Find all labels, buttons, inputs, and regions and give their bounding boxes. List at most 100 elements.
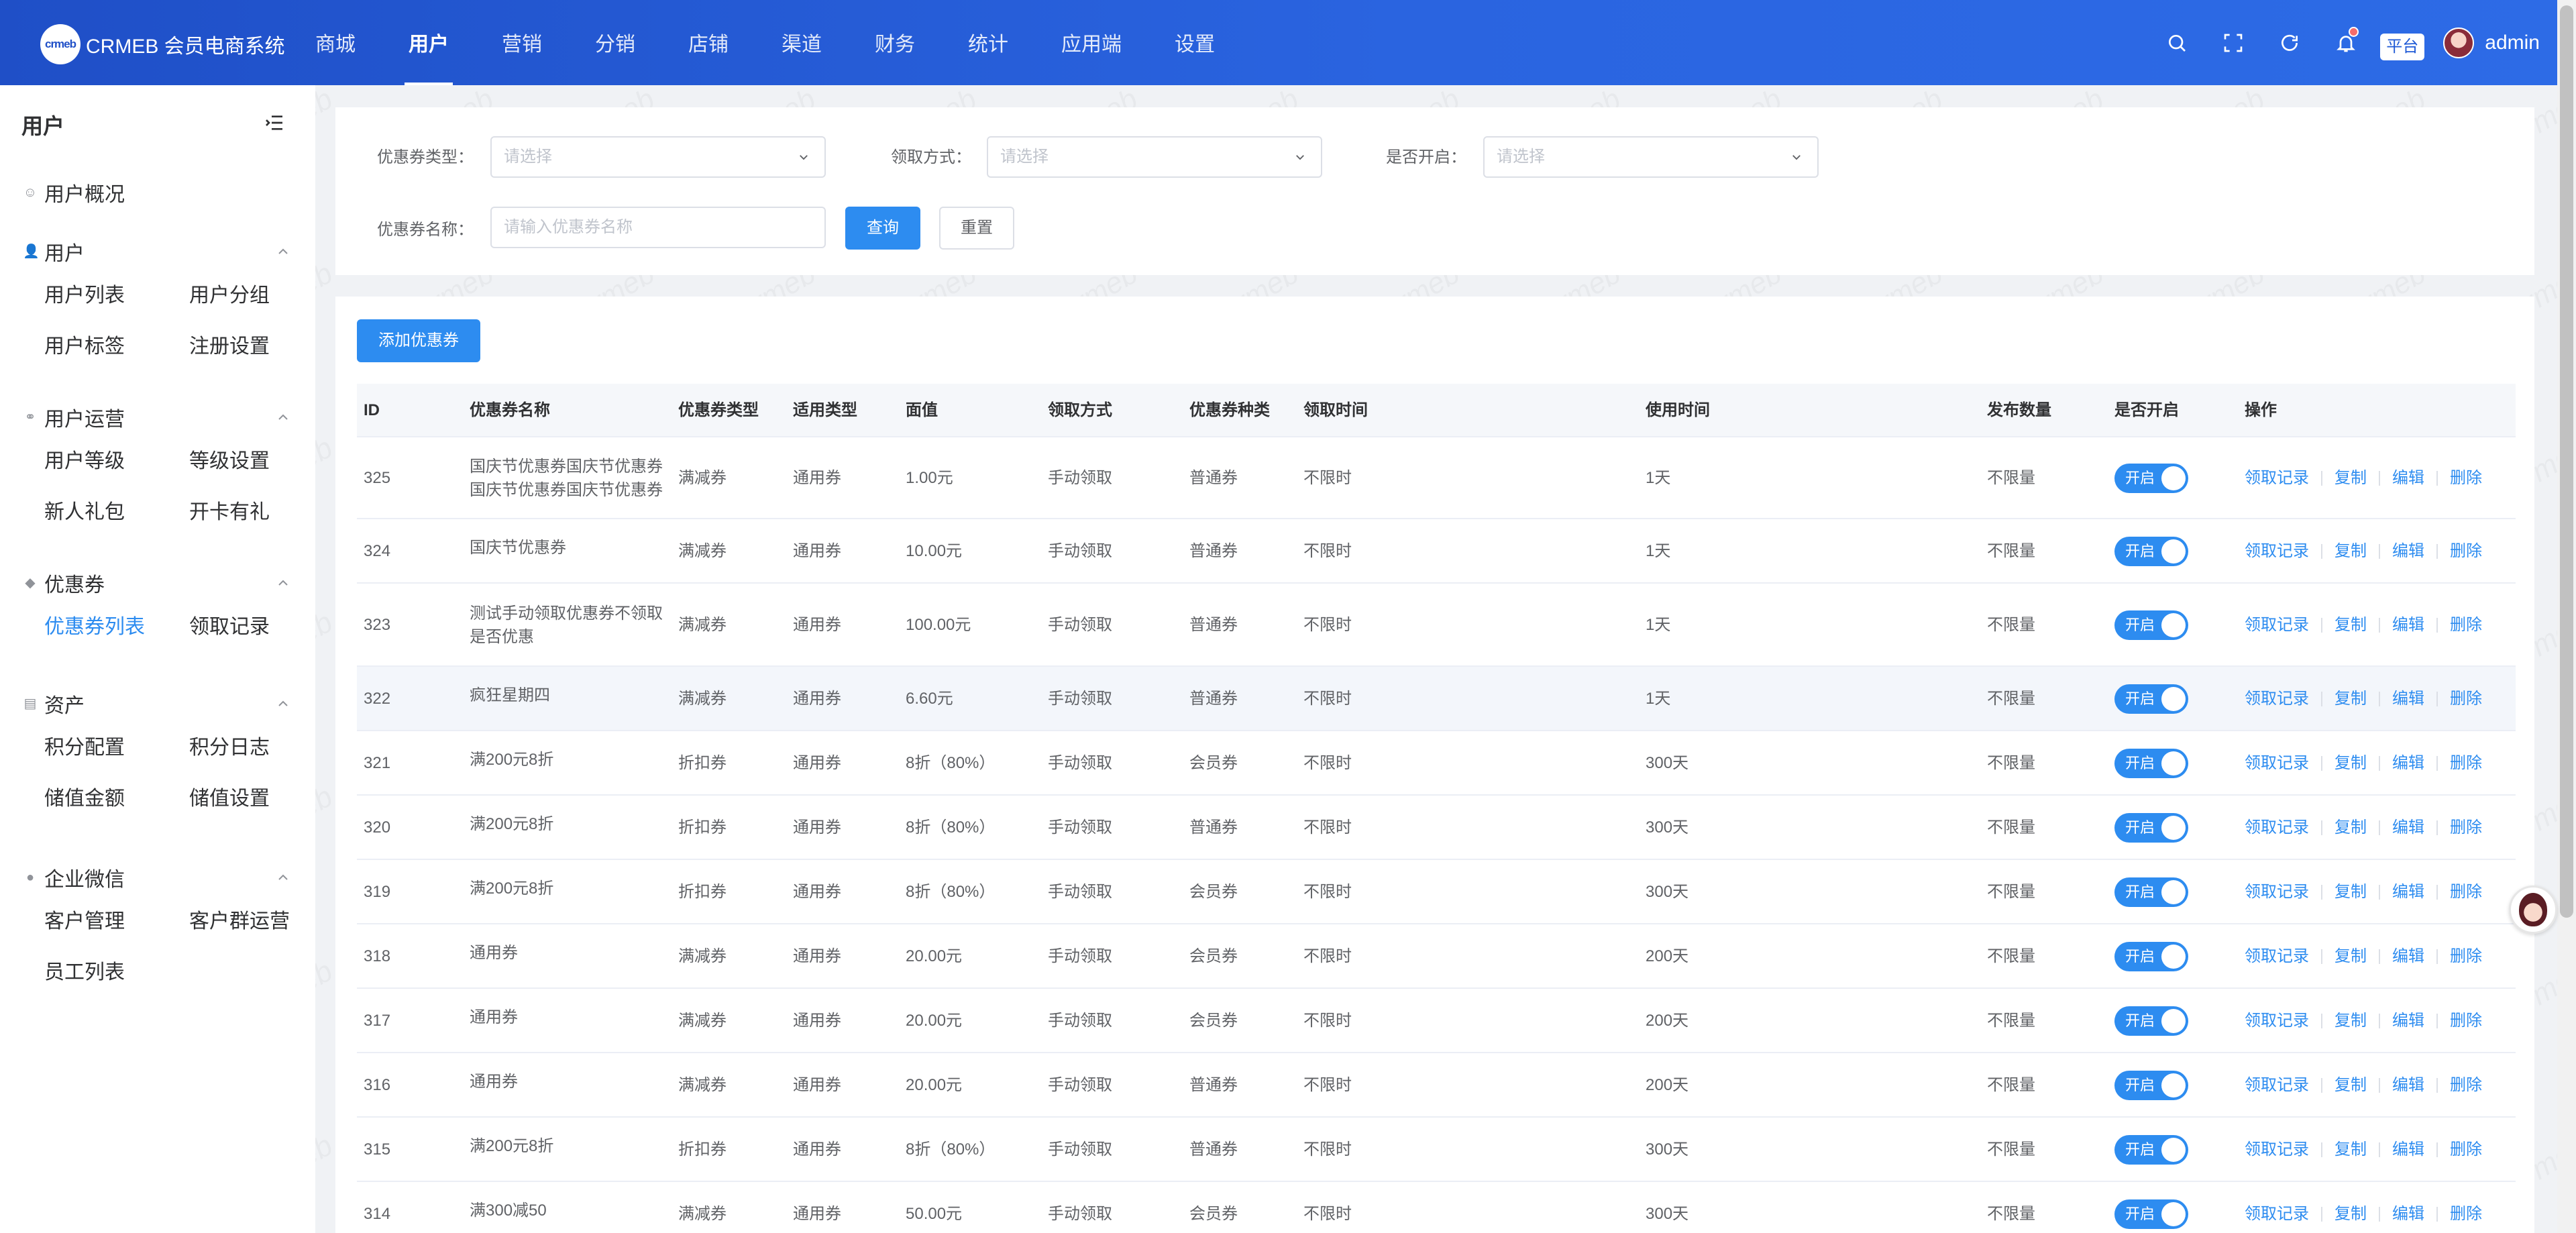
topnav-item[interactable]: 店铺: [688, 0, 729, 85]
edit-link[interactable]: 编辑: [2392, 615, 2424, 635]
enabled-toggle[interactable]: 开启: [2114, 1199, 2188, 1229]
delete-link[interactable]: 删除: [2450, 753, 2482, 773]
sidebar-item[interactable]: 积分日志: [189, 731, 270, 760]
delete-link[interactable]: 删除: [2450, 882, 2482, 902]
receive-records-link[interactable]: 领取记录: [2245, 615, 2309, 635]
chevron-up-icon[interactable]: [275, 244, 291, 260]
chevron-up-icon[interactable]: [275, 696, 291, 712]
sidebar-item[interactable]: 用户标签: [44, 329, 125, 359]
user-avatar[interactable]: [2443, 27, 2475, 58]
topnav-item[interactable]: 分销: [595, 0, 635, 85]
receive-records-link[interactable]: 领取记录: [2245, 753, 2309, 773]
copy-link[interactable]: 复制: [2334, 615, 2367, 635]
sidebar-item[interactable]: 等级设置: [189, 444, 270, 474]
copy-link[interactable]: 复制: [2334, 689, 2367, 709]
enabled-toggle[interactable]: 开启: [2114, 464, 2188, 493]
receive-records-link[interactable]: 领取记录: [2245, 1075, 2309, 1095]
delete-link[interactable]: 删除: [2450, 947, 2482, 967]
table-row[interactable]: 325 国庆节优惠券国庆节优惠券国庆节优惠券国庆节优惠券国庆节优惠券满减券 通用券 1…: [357, 437, 2516, 519]
topnav-item[interactable]: 统计: [968, 0, 1008, 85]
receive-records-link[interactable]: 领取记录: [2245, 1204, 2309, 1224]
edit-link[interactable]: 编辑: [2392, 1140, 2424, 1160]
copy-link[interactable]: 复制: [2334, 947, 2367, 967]
sidebar-group-0[interactable]: 👤 用户: [23, 238, 85, 265]
table-row[interactable]: 316 通用券 满减券 通用券 20.00元 手动领取 普通券 不限时 200天 不限量 开启 领取记…: [357, 1053, 2516, 1118]
receive-records-link[interactable]: 领取记录: [2245, 468, 2309, 488]
enabled-toggle[interactable]: 开启: [2114, 684, 2188, 714]
sidebar-item[interactable]: 领取记录: [189, 610, 270, 639]
chevron-up-icon[interactable]: [275, 409, 291, 425]
receive-records-link[interactable]: 领取记录: [2245, 1140, 2309, 1160]
edit-link[interactable]: 编辑: [2392, 1204, 2424, 1224]
topnav-item[interactable]: 应用端: [1061, 0, 1122, 85]
fullscreen-icon[interactable]: [2219, 29, 2247, 57]
enabled-toggle[interactable]: 开启: [2114, 1135, 2188, 1165]
refresh-icon[interactable]: [2275, 29, 2304, 57]
table-row[interactable]: 320 满200元8折 折扣券 通用券 8折（80%） 手动领取 普通券 不限时 300天 不限量…: [357, 796, 2516, 860]
delete-link[interactable]: 删除: [2450, 689, 2482, 709]
table-row[interactable]: 318 通用券 满减券 通用券 20.00元 手动领取 会员券 不限时 200天 不限量 开启 领取记…: [357, 924, 2516, 989]
copy-link[interactable]: 复制: [2334, 1075, 2367, 1095]
copy-link[interactable]: 复制: [2334, 753, 2367, 773]
delete-link[interactable]: 删除: [2450, 615, 2482, 635]
topnav-item[interactable]: 用户: [405, 0, 453, 85]
copy-link[interactable]: 复制: [2334, 882, 2367, 902]
customer-service-avatar[interactable]: [2509, 886, 2557, 934]
topnav-item[interactable]: 设置: [1175, 0, 1215, 85]
table-row[interactable]: 323 测试手动领取优惠券不领取是否优惠 满减券 通用券 100.00元 手动领取 普通券 不…: [357, 584, 2516, 667]
copy-link[interactable]: 复制: [2334, 818, 2367, 838]
edit-link[interactable]: 编辑: [2392, 947, 2424, 967]
topnav-item[interactable]: 财务: [875, 0, 915, 85]
receive-records-link[interactable]: 领取记录: [2245, 689, 2309, 709]
edit-link[interactable]: 编辑: [2392, 753, 2424, 773]
receive-records-link[interactable]: 领取记录: [2245, 947, 2309, 967]
enabled-toggle[interactable]: 开启: [2114, 813, 2188, 843]
copy-link[interactable]: 复制: [2334, 1140, 2367, 1160]
enabled-select[interactable]: 请选择: [1483, 136, 1819, 178]
receive-records-link[interactable]: 领取记录: [2245, 818, 2309, 838]
receive-records-link[interactable]: 领取记录: [2245, 541, 2309, 561]
edit-link[interactable]: 编辑: [2392, 882, 2424, 902]
edit-link[interactable]: 编辑: [2392, 468, 2424, 488]
sidebar-item[interactable]: 新人礼包: [44, 495, 125, 525]
delete-link[interactable]: 删除: [2450, 1075, 2482, 1095]
enabled-toggle[interactable]: 开启: [2114, 537, 2188, 566]
receive-method-select[interactable]: 请选择: [987, 136, 1322, 178]
sidebar-item[interactable]: 用户列表: [44, 278, 125, 308]
edit-link[interactable]: 编辑: [2392, 1011, 2424, 1031]
table-row[interactable]: 319 满200元8折 折扣券 通用券 8折（80%） 手动领取 会员券 不限时 300天 不限量…: [357, 860, 2516, 924]
platform-badge[interactable]: 平台: [2380, 33, 2425, 60]
sidebar-item[interactable]: 员工列表: [44, 955, 125, 985]
reset-button[interactable]: 重置: [939, 207, 1014, 250]
edit-link[interactable]: 编辑: [2392, 818, 2424, 838]
sidebar-item[interactable]: 储值设置: [189, 782, 270, 811]
chevron-up-icon[interactable]: [275, 575, 291, 591]
bell-icon[interactable]: [2332, 26, 2360, 57]
add-coupon-button[interactable]: 添加优惠券: [357, 319, 480, 362]
sidebar-group-1[interactable]: ⚭ 用户运营: [23, 404, 125, 431]
delete-link[interactable]: 删除: [2450, 1204, 2482, 1224]
delete-link[interactable]: 删除: [2450, 1011, 2482, 1031]
sidebar-item[interactable]: 客户管理: [44, 904, 125, 934]
chevron-up-icon[interactable]: [275, 869, 291, 886]
table-row[interactable]: 317 通用券 满减券 通用券 20.00元 手动领取 会员券 不限时 200天 不限量 开启 领取记…: [357, 989, 2516, 1053]
enabled-toggle[interactable]: 开启: [2114, 877, 2188, 907]
sidebar-item[interactable]: 客户群运营: [189, 904, 290, 934]
receive-records-link[interactable]: 领取记录: [2245, 882, 2309, 902]
topnav-item[interactable]: 商城: [315, 0, 356, 85]
delete-link[interactable]: 删除: [2450, 468, 2482, 488]
copy-link[interactable]: 复制: [2334, 468, 2367, 488]
edit-link[interactable]: 编辑: [2392, 541, 2424, 561]
table-row[interactable]: 322 疯狂星期四 满减券 通用券 6.60元 手动领取 普通券 不限时 1天 不限量 开启 领取记录…: [357, 667, 2516, 731]
delete-link[interactable]: 删除: [2450, 541, 2482, 561]
sidebar-group-4[interactable]: ● 企业微信: [23, 864, 125, 891]
sidebar-item[interactable]: 用户等级: [44, 444, 125, 474]
scrollbar-thumb[interactable]: [2560, 5, 2573, 918]
sidebar-item[interactable]: 注册设置: [189, 329, 270, 359]
sidebar-item[interactable]: 储值金额: [44, 782, 125, 811]
copy-link[interactable]: 复制: [2334, 1204, 2367, 1224]
enabled-toggle[interactable]: 开启: [2114, 1006, 2188, 1036]
table-row[interactable]: 324 国庆节优惠券 满减券 通用券 10.00元 手动领取 普通券 不限时 1天 不限量 开启 领取…: [357, 519, 2516, 584]
enabled-toggle[interactable]: 开启: [2114, 610, 2188, 640]
table-row[interactable]: 314 满300减50 满减券 通用券 50.00元 手动领取 会员券 不限时 300天 不限量 开…: [357, 1182, 2516, 1233]
